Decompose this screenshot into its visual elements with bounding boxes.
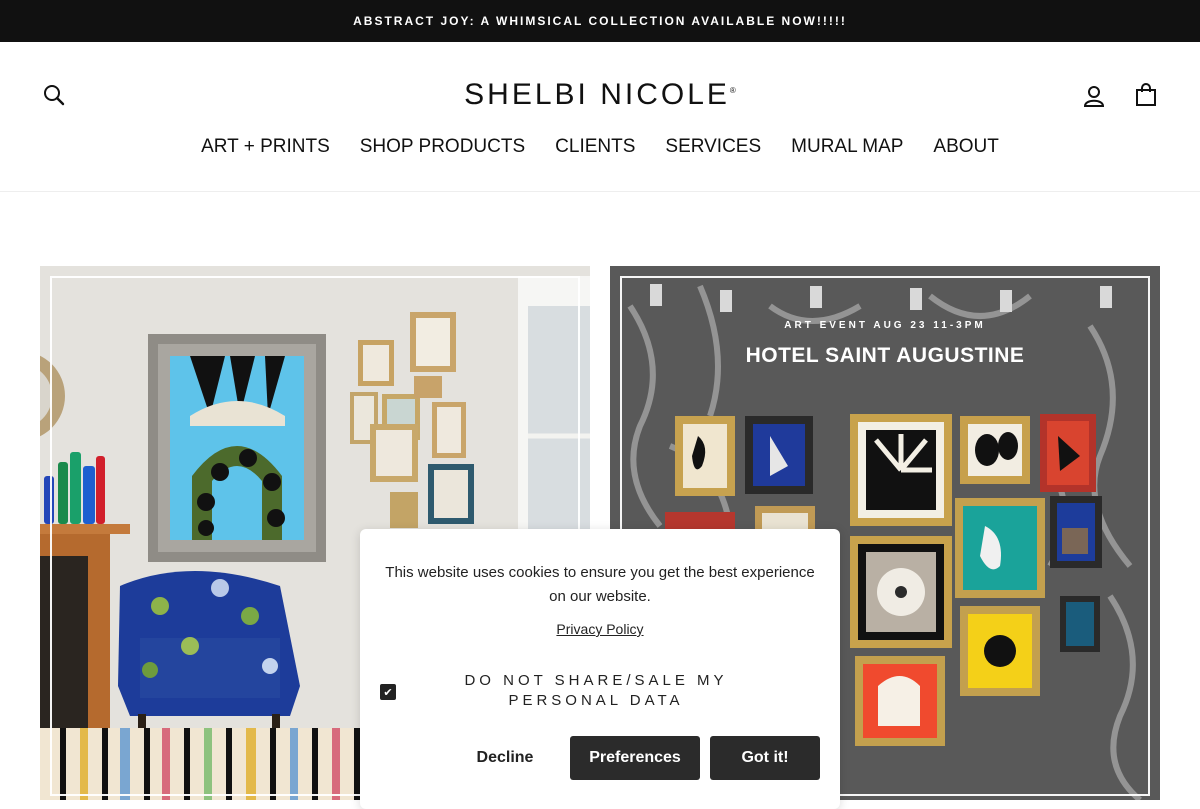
nav-item-clients[interactable]: CLIENTS [555, 136, 635, 158]
event-kicker: ART EVENT AUG 23 11-3PM [784, 320, 986, 331]
cart-icon[interactable] [1131, 80, 1161, 110]
opt-out-checkbox[interactable]: ✔ [380, 684, 396, 700]
nav-item-shop-products[interactable]: SHOP PRODUCTS [360, 136, 525, 158]
nav-item-about[interactable]: ABOUT [933, 136, 998, 158]
announcement-bar[interactable]: ABSTRACT JOY: A WHIMSICAL COLLECTION AVA… [0, 0, 1200, 42]
event-title[interactable]: HOTEL SAINT AUGUSTINE [610, 344, 1160, 368]
site-logo[interactable]: SHELBI NICOLE® [0, 78, 1200, 112]
accept-cookies-button[interactable]: Got it! [710, 736, 820, 780]
cookie-message: This website uses cookies to ensure you … [385, 564, 815, 605]
site-header: SHELBI NICOLE® ART + PRINTS SHOP PRODUCT… [0, 42, 1200, 192]
nav-item-art-prints[interactable]: ART + PRINTS [201, 136, 330, 158]
opt-out-label[interactable]: DO NOT SHARE/SALE MY PERSONAL DATA [416, 671, 776, 711]
decline-button[interactable]: Decline [450, 736, 560, 780]
cookie-consent-dialog: This website uses cookies to ensure you … [360, 529, 840, 809]
privacy-policy-link[interactable]: Privacy Policy [360, 621, 840, 637]
preferences-button[interactable]: Preferences [570, 736, 700, 780]
logo-registered-mark: ® [729, 86, 736, 95]
checkmark-icon: ✔ [383, 686, 393, 699]
nav-item-mural-map[interactable]: MURAL MAP [791, 136, 903, 158]
logo-text: SHELBI NICOLE [464, 78, 730, 111]
main-nav: ART + PRINTS SHOP PRODUCTS CLIENTS SERVI… [0, 136, 1200, 158]
account-icon[interactable] [1079, 81, 1109, 111]
announcement-text: ABSTRACT JOY: A WHIMSICAL COLLECTION AVA… [353, 14, 847, 28]
nav-item-services[interactable]: SERVICES [665, 136, 761, 158]
